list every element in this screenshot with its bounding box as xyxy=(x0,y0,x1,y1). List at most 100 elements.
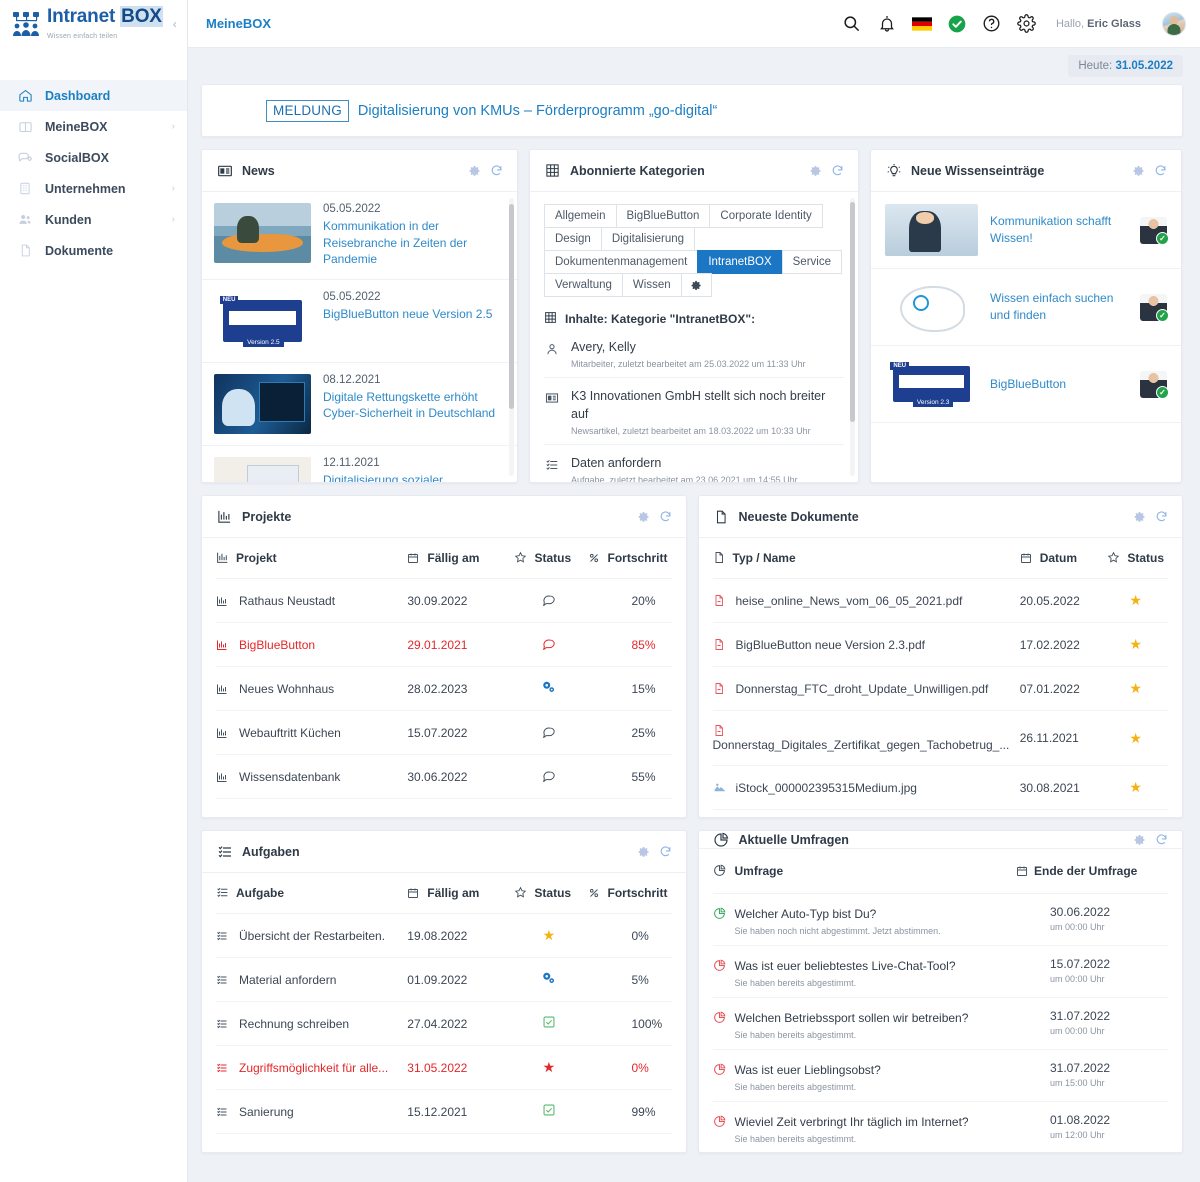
poll-question[interactable]: Wieviel Zeit verbringt Ihr täglich im In… xyxy=(735,1115,969,1129)
poll-question[interactable]: Was ist euer Lieblingsobst? xyxy=(735,1063,881,1077)
table-row[interactable]: BigBlueButton 29.01.2021 85% xyxy=(216,622,672,667)
refresh-icon[interactable] xyxy=(659,845,672,858)
table-row[interactable]: Webauftritt Küchen 15.07.2022 25% xyxy=(216,710,672,755)
category-chip[interactable]: Corporate Identity xyxy=(709,204,823,228)
category-chip[interactable]: Service xyxy=(781,250,842,274)
poll-question[interactable]: Was ist euer beliebtestes Live-Chat-Tool… xyxy=(735,959,956,973)
item-title[interactable]: Daten anfordern xyxy=(571,456,661,470)
poll-question[interactable]: Welcher Auto-Typ bist Du? xyxy=(735,907,877,921)
cell-task[interactable]: Übersicht der Restarbeiten. xyxy=(216,913,408,958)
cell-task[interactable]: Rechnung schreiben xyxy=(216,1001,408,1046)
poll-item[interactable]: Welcher Auto-Typ bist Du? Sie haben noch … xyxy=(712,894,1168,946)
status-ok-icon[interactable] xyxy=(947,14,967,34)
news-title[interactable]: BigBlueButton neue Version 2.5 xyxy=(323,306,492,323)
gear-icon[interactable] xyxy=(1134,511,1146,523)
poll-item[interactable]: Was ist euer beliebtestes Live-Chat-Tool… xyxy=(712,946,1168,998)
category-chip[interactable]: Verwaltung xyxy=(544,273,623,297)
item-title[interactable]: Avery, Kelly xyxy=(571,340,636,354)
col-status[interactable]: Status xyxy=(1107,538,1168,579)
knowledge-title[interactable]: BigBlueButton xyxy=(990,376,1128,393)
table-row[interactable]: Material anfordern 01.09.2022 5% xyxy=(216,957,672,1002)
table-row[interactable]: Zugriffsmöglichkeit für alle... 31.05.20… xyxy=(216,1045,672,1090)
announcement-banner[interactable]: MELDUNG Digitalisierung von KMUs – Förde… xyxy=(201,84,1183,137)
news-item[interactable]: 05.05.2022 Kommunikation in der Reisebra… xyxy=(202,192,517,280)
news-scrollbar[interactable] xyxy=(509,198,514,476)
col-umfrage[interactable]: Umfrage xyxy=(735,864,1017,878)
table-row[interactable]: Übersicht der Restarbeiten. 19.08.2022 ★… xyxy=(216,913,672,958)
avatar[interactable] xyxy=(1162,11,1186,36)
cell-project[interactable]: Rathaus Neustadt xyxy=(216,578,408,623)
category-chip[interactable]: Digitalisierung xyxy=(600,227,696,251)
cell-doc-name[interactable]: Donnerstag_Digitales_Zertifikat_gegen_Ta… xyxy=(712,710,1020,766)
col-faellig[interactable]: Fällig am xyxy=(407,538,515,579)
sidebar-item-dokumente[interactable]: Dokumente xyxy=(0,235,187,266)
item-title[interactable]: K3 Innovationen GmbH stellt sich noch br… xyxy=(571,389,825,421)
category-chip[interactable]: BigBlueButton xyxy=(615,204,711,228)
news-list[interactable]: 05.05.2022 Kommunikation in der Reisebra… xyxy=(202,192,517,482)
news-item[interactable]: Version 2.5 05.05.2022 BigBlueButton neu… xyxy=(202,280,517,363)
news-title[interactable]: Kommunikation in der Reisebranche in Zei… xyxy=(323,218,503,268)
logo[interactable]: Intranet BOX Wissen einfach teilen ‹ xyxy=(0,0,187,48)
gear-icon[interactable] xyxy=(638,511,650,523)
gear-icon[interactable] xyxy=(1133,165,1145,177)
refresh-icon[interactable] xyxy=(831,164,844,177)
col-faellig[interactable]: Fällig am xyxy=(407,873,515,914)
cell-doc-name[interactable]: iStock_000002395315Medium.jpg xyxy=(712,765,1020,810)
refresh-icon[interactable] xyxy=(490,164,503,177)
table-row[interactable]: heise_online_News_vom_06_05_2021.pdf 20.… xyxy=(712,578,1168,623)
cell-doc-name[interactable]: BigBlueButton neue Version 2.3.pdf xyxy=(712,622,1020,667)
col-status[interactable]: Status xyxy=(514,873,588,914)
sidebar-item-dashboard[interactable]: Dashboard xyxy=(0,80,187,111)
gear-icon[interactable] xyxy=(469,165,481,177)
col-fortschritt[interactable]: Fortschritt xyxy=(587,873,672,914)
table-row[interactable]: Donnerstag_Digitales_Zertifikat_gegen_Ta… xyxy=(712,710,1168,766)
table-row[interactable]: Rathaus Neustadt 30.09.2022 20% xyxy=(216,578,672,623)
col-projekt[interactable]: Projekt xyxy=(216,538,408,579)
news-item[interactable]: 12.11.2021 Digitalisierung sozialer xyxy=(202,446,517,482)
category-chip[interactable]: Wissen xyxy=(621,273,682,297)
category-chip[interactable]: Design xyxy=(544,227,602,251)
table-row[interactable]: Donnerstag_FTC_droht_Update_Unwilligen.p… xyxy=(712,666,1168,711)
poll-item[interactable]: Wieviel Zeit verbringt Ihr täglich im In… xyxy=(713,1102,1169,1152)
refresh-icon[interactable] xyxy=(1155,833,1168,846)
sidebar-collapse-button[interactable]: ‹ xyxy=(170,17,179,31)
cell-project[interactable]: Neues Wohnhaus xyxy=(216,666,408,711)
knowledge-title[interactable]: Kommunikation schafft Wissen! xyxy=(990,213,1128,247)
gear-icon[interactable] xyxy=(1017,14,1037,34)
col-datum[interactable]: Datum xyxy=(1019,538,1108,579)
cell-project[interactable]: Webauftritt Küchen xyxy=(216,710,408,755)
cell-task[interactable]: Sanierung xyxy=(216,1089,408,1134)
category-chip-selected[interactable]: IntranetBOX xyxy=(697,250,783,274)
sidebar-item-meinebox[interactable]: MeineBOX › xyxy=(0,111,187,142)
knowledge-title[interactable]: Wissen einfach suchen und finden xyxy=(990,290,1128,324)
news-item[interactable]: 08.12.2021 Digitale Rettungskette erhöht… xyxy=(202,363,517,446)
cell-project[interactable]: Wissensdatenbank xyxy=(216,754,408,799)
cell-doc-name[interactable]: Donnerstag_FTC_droht_Update_Unwilligen.p… xyxy=(712,666,1020,711)
refresh-icon[interactable] xyxy=(659,510,672,523)
col-fortschritt[interactable]: Fortschritt xyxy=(587,538,672,579)
category-content-item[interactable]: Avery, Kelly Mitarbeiter, zuletzt bearbei… xyxy=(544,329,844,378)
category-content-item[interactable]: K3 Innovationen GmbH stellt sich noch br… xyxy=(544,378,844,445)
cell-doc-name[interactable]: heise_online_News_vom_06_05_2021.pdf xyxy=(712,578,1020,623)
gear-icon[interactable] xyxy=(638,846,650,858)
flag-de-icon[interactable] xyxy=(911,14,932,34)
table-row[interactable]: BigBlueButton neue Version 2.3.pdf 17.02… xyxy=(712,622,1168,667)
announcement-text[interactable]: Digitalisierung von KMUs – Förderprogram… xyxy=(358,103,717,119)
col-status[interactable]: Status xyxy=(514,538,588,579)
poll-item[interactable]: Was ist euer Lieblingsobst? Sie haben ber… xyxy=(712,1050,1168,1102)
table-row[interactable]: Rechnung schreiben 27.04.2022 100% xyxy=(216,1001,672,1046)
news-title[interactable]: Digitalisierung sozialer xyxy=(323,472,443,482)
knowledge-item[interactable]: Wissen einfach suchen und finden ✓ xyxy=(871,269,1181,346)
knowledge-item[interactable]: Kommunikation schafft Wissen! ✓ xyxy=(871,192,1181,269)
refresh-icon[interactable] xyxy=(1154,164,1167,177)
news-title[interactable]: Digitale Rettungskette erhöht Cyber-Sich… xyxy=(323,389,503,422)
category-content-item[interactable]: Daten anfordern Aufgabe, zuletzt bearbeit… xyxy=(544,445,844,482)
search-icon[interactable] xyxy=(842,14,862,34)
category-settings-button[interactable] xyxy=(680,273,712,297)
help-icon[interactable] xyxy=(982,14,1002,34)
category-chip[interactable]: Allgemein xyxy=(544,204,617,228)
gear-icon[interactable] xyxy=(810,165,822,177)
gear-icon[interactable] xyxy=(1134,834,1146,846)
refresh-icon[interactable] xyxy=(1155,510,1168,523)
poll-item[interactable]: Welchen Betriebssport sollen wir betreib… xyxy=(712,998,1168,1050)
